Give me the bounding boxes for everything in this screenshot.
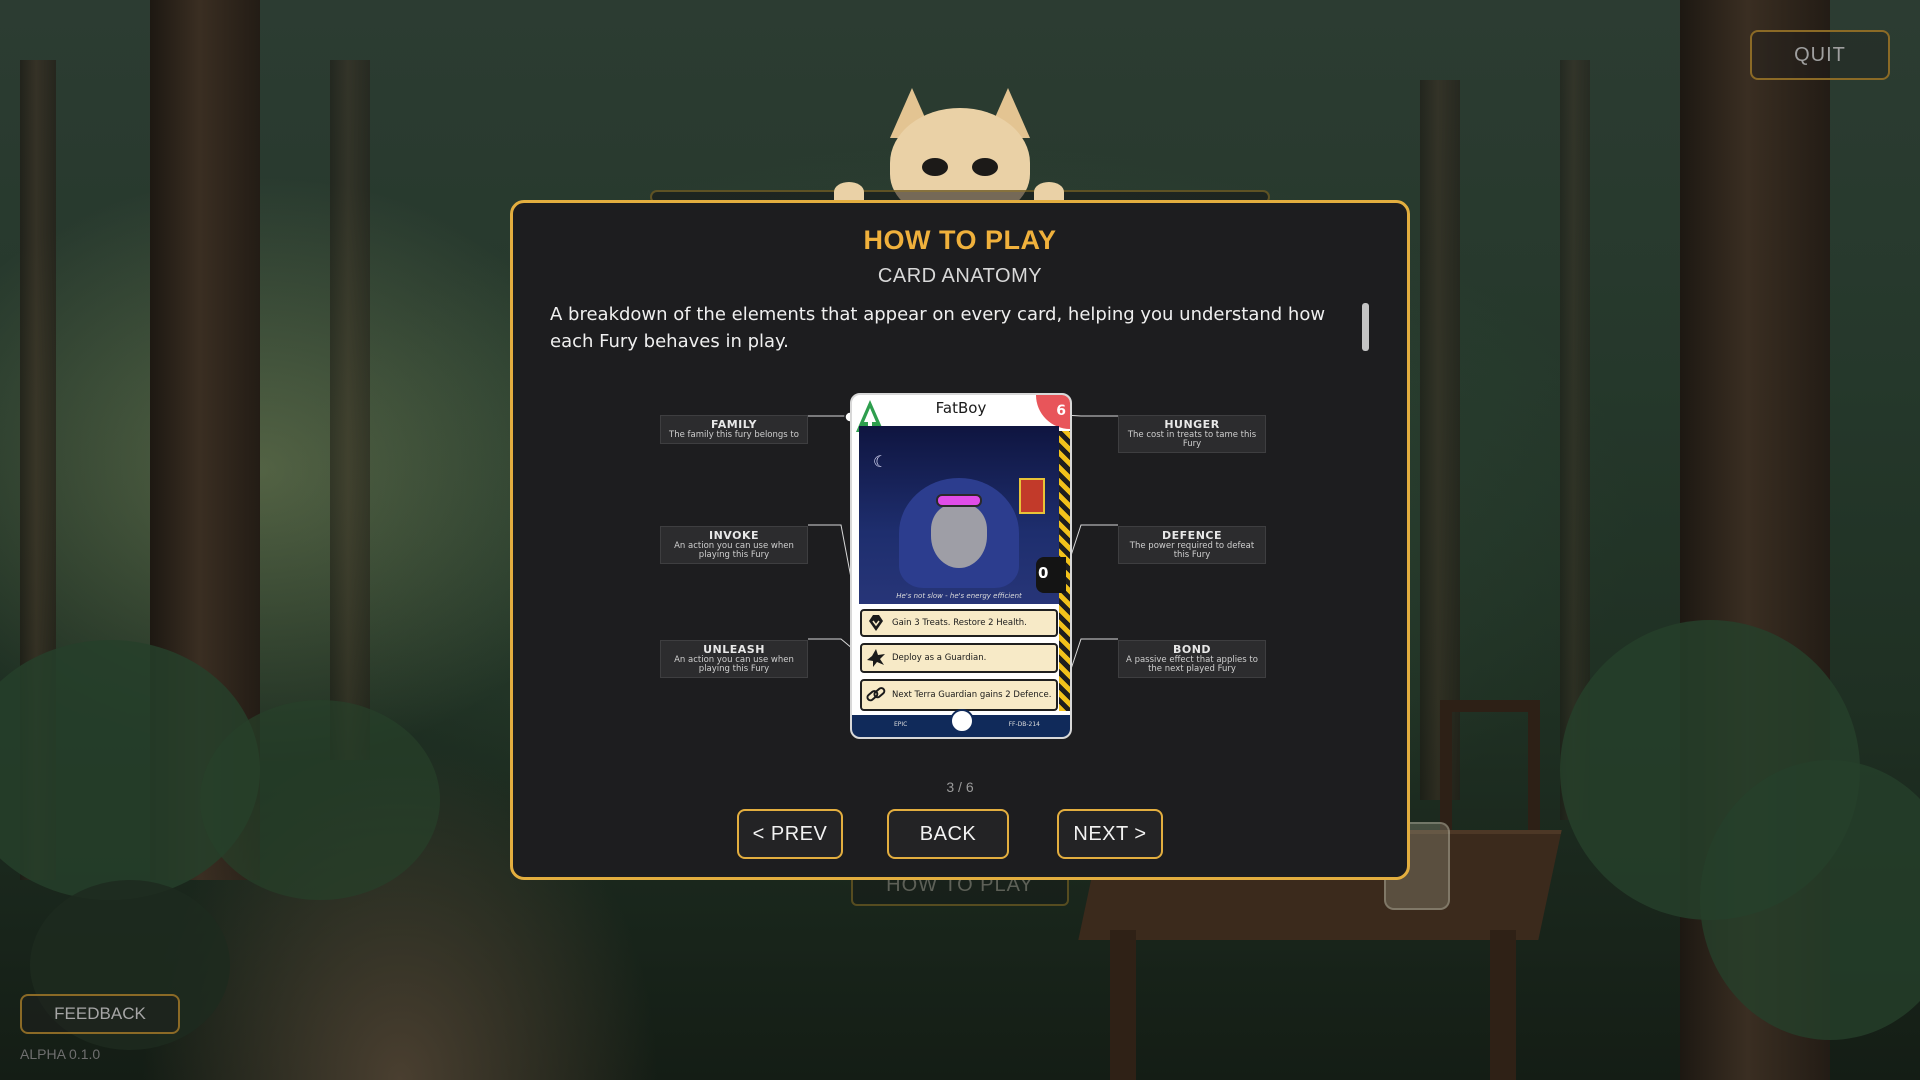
snack-bag [1019,478,1045,514]
moon-icon: ☾ [873,452,888,471]
table-leg [1110,930,1136,1080]
back-button[interactable]: BACK [887,809,1009,859]
bond-text: Next Terra Guardian gains 2 Defence. [892,690,1052,700]
chair [1440,700,1540,830]
annotation-description: The cost in treats to tame this Fury [1127,430,1257,449]
annotation-family: FAMILY The family this fury belongs to [660,415,808,444]
connector-bond [1063,638,1118,691]
flavor-text: He's not slow - he's energy efficient [896,592,1022,600]
bond-ability: Next Terra Guardian gains 2 Defence. [860,679,1058,711]
bush [200,700,440,900]
annotation-invoke: INVOKE An action you can use when playin… [660,526,808,564]
table-leg [1490,930,1516,1080]
version-label: ALPHA 0.1.0 [20,1046,101,1062]
card-anatomy-diagram: FAMILY The family this fury belongs to I… [513,203,1407,877]
unleash-icon [867,649,885,667]
set-code: FF-DB-214 [1008,721,1040,728]
tree-trunk [1420,80,1460,800]
how-to-play-modal: HOW TO PLAY CARD ANATOMY A breakdown of … [510,200,1410,880]
feedback-button[interactable]: FEEDBACK [20,994,180,1034]
connector-hunger [1063,414,1118,417]
annotation-bond: BOND A passive effect that applies to th… [1118,640,1266,678]
invoke-icon [869,615,883,631]
annotation-description: The family this fury belongs to [669,430,799,440]
defence-badge: 0 [1036,557,1066,593]
character-goggles [936,494,982,507]
prev-button[interactable]: < PREV [737,809,843,859]
annotation-hunger: HUNGER The cost in treats to tame this F… [1118,415,1266,453]
hunger-badge: 6 [1036,395,1070,429]
annotation-description: A passive effect that applies to the nex… [1126,655,1258,674]
character-beard [931,504,987,568]
unleash-text: Deploy as a Guardian. [892,653,987,663]
hunger-value: 6 [1056,403,1066,419]
fury-card: FatBoy 6 ☾ He's not slow - he's energy e… [850,393,1072,739]
card-footer: EPIC FF-DB-214 [852,709,1070,737]
rarity-label: EPIC [894,721,908,728]
annotation-unleash: UNLEASH An action you can use when playi… [660,640,808,678]
unleash-ability: Deploy as a Guardian. [860,643,1058,673]
chain-link-icon [866,687,886,702]
logo-icon [950,709,974,733]
connector-defence [1063,524,1118,578]
cat-eye [972,158,998,176]
page-indicator: 3 / 6 [946,779,974,795]
invoke-text: Gain 3 Treats. Restore 2 Health. [892,618,1027,628]
defence-value: 0 [1038,564,1049,582]
annotation-description: An action you can use when playing this … [674,655,794,674]
invoke-ability: Gain 3 Treats. Restore 2 Health. [860,609,1058,637]
annotation-description: An action you can use when playing this … [674,541,794,560]
connector-family [808,415,851,418]
next-button[interactable]: NEXT > [1057,809,1163,859]
card-artwork: ☾ He's not slow - he's energy efficient [859,426,1059,604]
annotation-defence: DEFENCE The power required to defeat thi… [1118,526,1266,564]
cat-paw [1034,182,1064,202]
annotation-description: The power required to defeat this Fury [1129,541,1255,560]
cat-eye [922,158,948,176]
cat-paw [834,182,864,202]
quit-button[interactable]: QUIT [1750,30,1890,80]
tree-trunk [330,60,370,760]
